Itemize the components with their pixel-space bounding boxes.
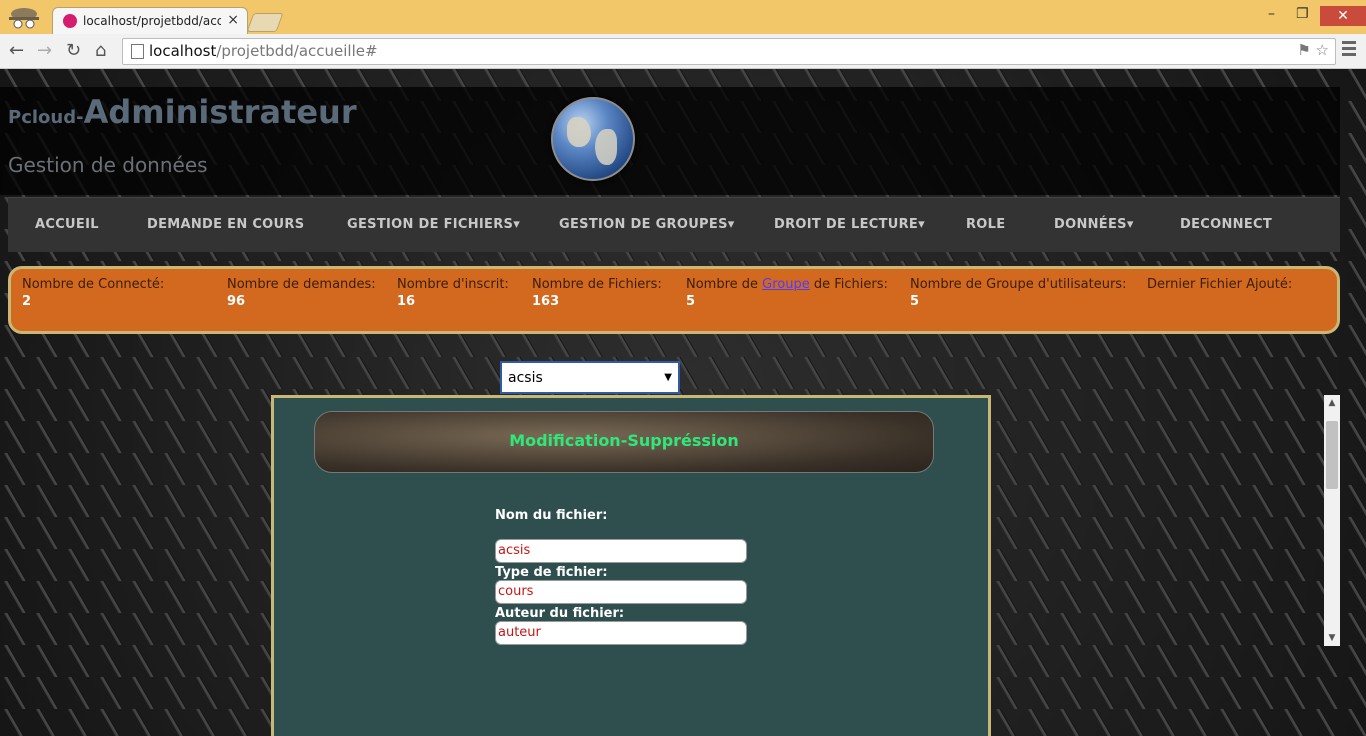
- page-icon: [131, 44, 144, 59]
- browser-toolbar: ← → ↻ ⌂ localhost/projetbdd/accueille# ⚑…: [0, 34, 1366, 69]
- stat-groupe-utilisateurs: Nombre de Groupe d'utilisateurs: 5: [910, 277, 1127, 309]
- input-type-fichier[interactable]: cours: [495, 580, 747, 604]
- reload-icon[interactable]: ↻: [66, 40, 81, 61]
- nav-droit-lecture[interactable]: DROIT DE LECTURE▾: [774, 217, 925, 232]
- restore-button[interactable]: ❐: [1296, 6, 1309, 22]
- input-nom-fichier[interactable]: acsis: [495, 539, 747, 563]
- minimize-button[interactable]: –: [1268, 6, 1275, 22]
- globe-icon: [551, 97, 635, 181]
- dropdown-arrow-icon: ▼: [664, 372, 672, 383]
- browser-menu-icon[interactable]: [1342, 41, 1356, 59]
- browser-tab-bar: localhost/projetbdd/accu × – ❐ ✕: [0, 0, 1366, 35]
- forward-icon[interactable]: →: [37, 40, 52, 61]
- window-close-button[interactable]: ✕: [1320, 6, 1366, 26]
- file-select[interactable]: acsis ▼: [500, 361, 680, 394]
- stat-demandes: Nombre de demandes: 96: [227, 277, 376, 309]
- panel-title: Modification-Suppréssion: [509, 431, 739, 450]
- stat-fichiers: Nombre de Fichiers: 163: [532, 277, 662, 309]
- home-icon[interactable]: ⌂: [95, 40, 106, 61]
- address-bar[interactable]: localhost/projetbdd/accueille# ⚑ ☆: [122, 38, 1336, 65]
- field-label-type: Type de fichier:: [495, 565, 608, 580]
- scroll-down-icon[interactable]: ▼: [1324, 630, 1340, 646]
- brand-title: Administrateur: [83, 93, 357, 131]
- stats-banner: Nombre de Connecté: 2 Nombre de demandes…: [8, 266, 1340, 334]
- nav-accueil[interactable]: ACCUEIL: [35, 217, 99, 232]
- input-auteur-fichier[interactable]: auteur: [495, 621, 747, 645]
- stat-connectes: Nombre de Connecté: 2: [22, 277, 165, 309]
- favicon-icon: [63, 14, 77, 28]
- edit-form: Nom du fichier: acsis Type de fichier: c…: [495, 508, 747, 645]
- main-nav: ACCUEIL DEMANDE EN COURS GESTION DE FICH…: [8, 197, 1340, 252]
- url-text: localhost/projetbdd/accueille#: [149, 42, 378, 60]
- scroll-up-icon[interactable]: ▲: [1324, 395, 1340, 411]
- new-tab-button[interactable]: [246, 13, 284, 32]
- tab-title: localhost/projetbdd/accu: [83, 14, 221, 28]
- nav-donnees[interactable]: DONNÉES▾: [1054, 217, 1134, 232]
- nav-role[interactable]: ROLE: [966, 217, 1005, 232]
- scroll-thumb[interactable]: [1326, 421, 1338, 489]
- stat-dernier-fichier: Dernier Fichier Ajouté:: [1147, 277, 1293, 292]
- panel-header: Modification-Suppréssion: [314, 411, 934, 473]
- nav-gestion-groupes[interactable]: GESTION DE GROUPES▾: [559, 217, 735, 232]
- nav-deconnect[interactable]: DECONNECT: [1180, 217, 1272, 232]
- site-subtitle: Gestion de données: [8, 153, 208, 177]
- brand-prefix: Pcloud-: [8, 107, 84, 128]
- page-content: Pcloud-Administrateur Gestion de données…: [0, 69, 1366, 736]
- bookmark-star-icon[interactable]: ⚑ ☆: [1297, 41, 1329, 59]
- field-label-auteur: Auteur du fichier:: [495, 606, 625, 621]
- close-tab-icon[interactable]: ×: [227, 12, 239, 28]
- site-brand: Pcloud-Administrateur: [8, 93, 357, 131]
- nav-gestion-fichiers[interactable]: GESTION DE FICHIERS▾: [347, 217, 520, 232]
- back-icon[interactable]: ←: [9, 40, 24, 61]
- nav-demande-en-cours[interactable]: DEMANDE EN COURS: [147, 217, 304, 232]
- file-select-value: acsis: [508, 370, 543, 386]
- site-header: Pcloud-Administrateur Gestion de données: [0, 87, 1340, 195]
- groupe-link[interactable]: Groupe: [762, 277, 810, 292]
- panel-scrollbar[interactable]: ▲ ▼: [1324, 395, 1340, 646]
- incognito-icon: [9, 8, 39, 29]
- stat-groupe-fichiers: Nombre de Groupe de Fichiers: 5: [686, 277, 888, 309]
- edit-panel: Modification-Suppréssion Nom du fichier:…: [271, 395, 991, 736]
- field-label-nom: Nom du fichier:: [495, 508, 608, 523]
- browser-tab[interactable]: localhost/projetbdd/accu ×: [52, 7, 248, 35]
- stat-inscrits: Nombre d'inscrit: 16: [397, 277, 509, 309]
